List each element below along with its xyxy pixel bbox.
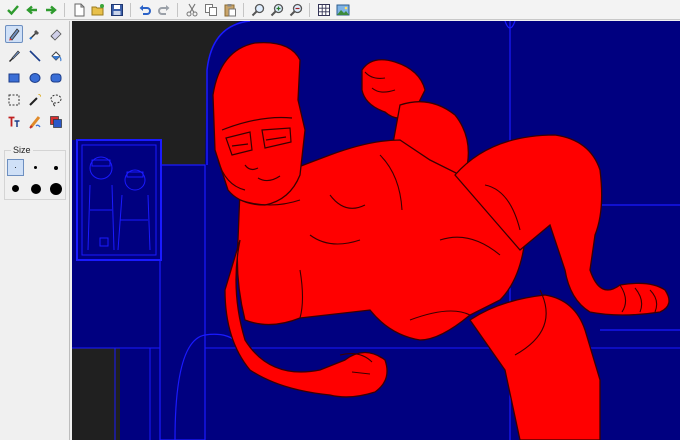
rounded-rectangle-icon[interactable] <box>47 69 65 87</box>
fill-bucket-icon[interactable] <box>47 47 65 65</box>
size-option-6[interactable] <box>47 180 64 197</box>
size-option-4[interactable] <box>7 180 24 197</box>
arrow-right-icon[interactable] <box>42 1 59 18</box>
redo-icon[interactable] <box>155 1 172 18</box>
figure-head <box>212 41 306 206</box>
line-icon[interactable] <box>26 47 44 65</box>
eraser-icon[interactable] <box>47 25 65 43</box>
color-picker-icon[interactable] <box>26 25 44 43</box>
image-icon[interactable] <box>334 1 351 18</box>
size-option-3[interactable] <box>47 159 64 176</box>
copy-icon[interactable] <box>202 1 219 18</box>
open-folder-icon[interactable] <box>89 1 106 18</box>
new-file-icon[interactable] <box>70 1 87 18</box>
cut-scissors-icon[interactable] <box>183 1 200 18</box>
magic-wand-icon[interactable] <box>26 91 44 109</box>
undo-icon[interactable] <box>136 1 153 18</box>
size-group: Size <box>4 144 66 200</box>
paste-icon[interactable] <box>221 1 238 18</box>
tool-palette <box>5 25 67 131</box>
grid-icon[interactable] <box>315 1 332 18</box>
size-option-1[interactable] <box>7 159 24 176</box>
arrow-left-icon[interactable] <box>23 1 40 18</box>
dark-floor <box>72 348 120 440</box>
size-options <box>7 159 66 197</box>
text-icon[interactable] <box>5 113 23 131</box>
rectangle-icon[interactable] <box>5 69 23 87</box>
toolbar-separator <box>243 2 244 17</box>
brush-icon[interactable] <box>5 47 23 65</box>
tool-sidebar: Size <box>0 21 70 440</box>
smudge-icon[interactable] <box>26 113 44 131</box>
canvas-artwork <box>72 21 680 440</box>
rect-select-icon[interactable] <box>5 91 23 109</box>
size-label: Size <box>11 144 33 156</box>
main-toolbar <box>0 0 680 20</box>
save-disk-icon[interactable] <box>108 1 125 18</box>
toolbar-separator <box>309 2 310 17</box>
zoom-out-icon[interactable] <box>287 1 304 18</box>
size-option-2[interactable] <box>27 159 44 176</box>
zoom-icon[interactable] <box>249 1 266 18</box>
toolbar-separator <box>130 2 131 17</box>
pencil-icon[interactable] <box>5 25 23 43</box>
lasso-select-icon[interactable] <box>47 91 65 109</box>
ellipse-icon[interactable] <box>26 69 44 87</box>
zoom-in-icon[interactable] <box>268 1 285 18</box>
toolbar-separator <box>177 2 178 17</box>
confirm-check-icon[interactable] <box>4 1 21 18</box>
color-swap-icon[interactable] <box>47 113 65 131</box>
toolbar-separator <box>64 2 65 17</box>
size-option-5[interactable] <box>27 180 44 197</box>
drawing-canvas[interactable] <box>72 21 680 440</box>
sofa-arm <box>159 164 206 440</box>
